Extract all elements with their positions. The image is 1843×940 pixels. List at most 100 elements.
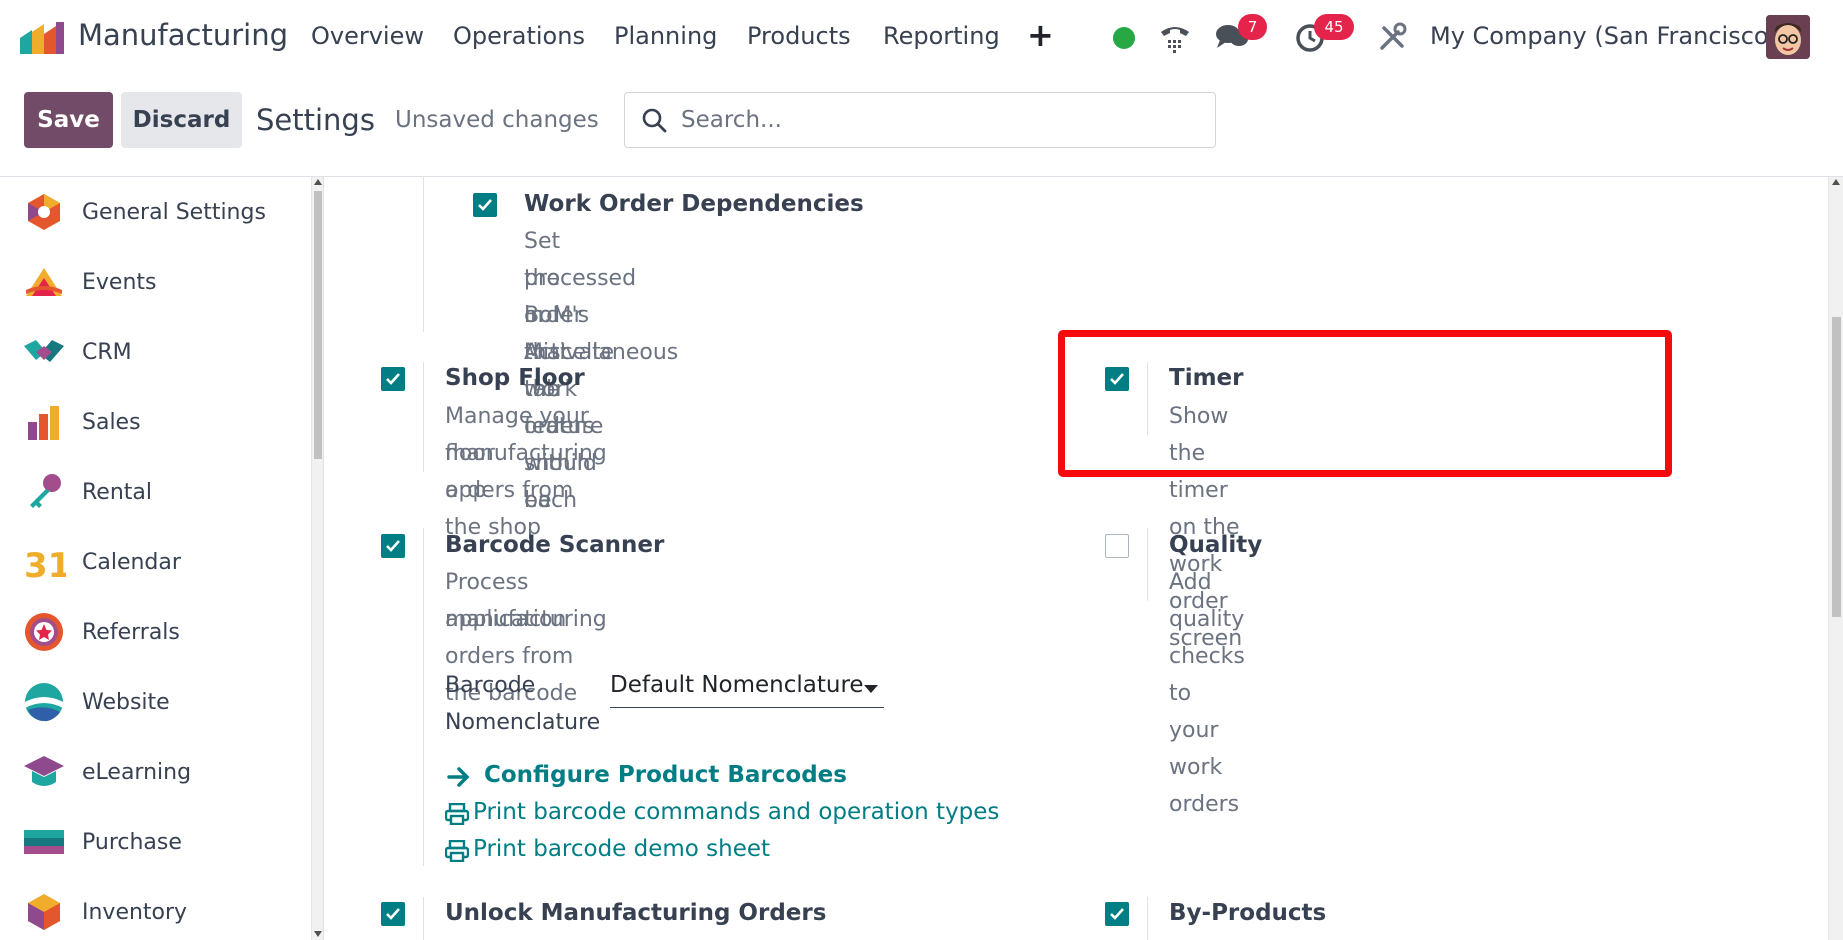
discard-button[interactable]: Discard xyxy=(121,92,242,148)
barcode-nomenclature-label: Barcode xyxy=(445,673,536,698)
sidebar-item-label: Referrals xyxy=(82,619,180,645)
save-button[interactable]: Save xyxy=(24,92,113,148)
setting-description-line: BoM's Miscellaneous tab xyxy=(524,303,679,402)
check-icon xyxy=(386,540,400,552)
setting-title: By-Products xyxy=(1169,900,1327,926)
sidebar-item-label: Inventory xyxy=(82,899,188,925)
printer-icon xyxy=(445,803,469,825)
settings-sidebar: General Settings Events CRM Sales Rental xyxy=(0,177,311,940)
company-switcher[interactable]: My Company (San Francisco) xyxy=(1430,22,1778,50)
print-barcode-demo-sheet-link[interactable]: Print barcode demo sheet xyxy=(473,836,770,862)
caret-down-icon xyxy=(864,685,878,693)
barcode-scanner-checkbox[interactable] xyxy=(381,534,405,558)
rental-icon xyxy=(30,474,61,508)
phone-icon[interactable] xyxy=(1158,20,1192,54)
printer-icon xyxy=(445,840,469,862)
sales-icon xyxy=(28,406,59,440)
barcode-nomenclature-select[interactable]: Default Nomenclature xyxy=(610,668,884,708)
content-scrollbar[interactable] xyxy=(1828,177,1843,940)
chat-count-badge: 7 xyxy=(1238,14,1267,40)
sidebar-item-website[interactable]: Website xyxy=(0,672,308,732)
top-navbar: Manufacturing Overview Operations Planni… xyxy=(0,0,1843,75)
sidebar-scroll-thumb[interactable] xyxy=(314,191,322,459)
setting-divider xyxy=(423,897,424,940)
quality-checkbox[interactable] xyxy=(1105,534,1129,558)
setting-title: Shop Floor xyxy=(445,365,585,391)
sidebar-item-rental[interactable]: Rental xyxy=(0,462,308,522)
events-icon xyxy=(26,268,62,296)
menu-overview[interactable]: Overview xyxy=(311,22,424,50)
arrow-right-icon xyxy=(447,767,470,787)
setting-title: Unlock Manufacturing Orders xyxy=(445,900,827,926)
sidebar-divider xyxy=(323,177,324,940)
sidebar-item-sales[interactable]: Sales xyxy=(0,392,308,452)
menu-reporting[interactable]: Reporting xyxy=(883,22,1000,50)
configure-product-barcodes-link[interactable]: Configure Product Barcodes xyxy=(484,762,847,788)
setting-divider xyxy=(423,528,424,866)
sidebar-item-label: Sales xyxy=(82,409,141,435)
svg-text:31: 31 xyxy=(24,546,66,584)
website-icon xyxy=(25,683,63,722)
menu-operations[interactable]: Operations xyxy=(453,22,585,50)
search-input[interactable] xyxy=(681,105,1201,135)
setting-divider xyxy=(423,177,424,332)
scroll-down-arrow-icon[interactable] xyxy=(314,931,322,937)
purchase-icon xyxy=(24,830,64,854)
shop-floor-checkbox[interactable] xyxy=(381,367,405,391)
sidebar-item-label: Events xyxy=(82,269,157,295)
unlock-manufacturing-orders-checkbox[interactable] xyxy=(381,902,405,926)
sidebar-item-purchase[interactable]: Purchase xyxy=(0,812,308,872)
sidebar-item-label: Calendar xyxy=(82,549,181,575)
content-scroll-thumb[interactable] xyxy=(1832,317,1841,617)
setting-divider xyxy=(1147,528,1148,601)
setting-description-line: application xyxy=(445,607,567,632)
setting-title: Barcode Scanner xyxy=(445,532,665,558)
setting-description-line: floor app xyxy=(445,441,495,503)
manufacturing-app-icon[interactable] xyxy=(18,20,66,56)
setting-divider xyxy=(1147,897,1148,940)
scroll-up-arrow-icon[interactable] xyxy=(1832,179,1840,185)
status-dot-icon[interactable] xyxy=(1113,27,1135,49)
sidebar-item-elearning[interactable]: eLearning xyxy=(0,742,308,802)
check-icon xyxy=(478,199,492,211)
by-products-checkbox[interactable] xyxy=(1105,902,1129,926)
page-title: Settings xyxy=(256,103,375,137)
sidebar-item-label: CRM xyxy=(82,339,132,365)
sidebar-item-general-settings[interactable]: General Settings xyxy=(0,182,308,242)
general-settings-icon xyxy=(28,194,60,230)
sidebar-item-calendar[interactable]: 31 Calendar xyxy=(0,532,308,592)
barcode-nomenclature-label: Nomenclature xyxy=(445,710,601,735)
check-icon xyxy=(386,373,400,385)
crm-icon xyxy=(24,340,64,362)
sidebar-item-crm[interactable]: CRM xyxy=(0,322,308,382)
sidebar-item-label: Rental xyxy=(82,479,152,505)
search-icon xyxy=(642,108,667,133)
plus-icon[interactable]: + xyxy=(1027,16,1054,54)
setting-title: Work Order Dependencies xyxy=(524,191,864,217)
sidebar-item-inventory[interactable]: Inventory xyxy=(0,882,308,940)
print-barcode-commands-link[interactable]: Print barcode commands and operation typ… xyxy=(473,799,999,825)
referrals-icon xyxy=(25,613,63,651)
scroll-up-arrow-icon[interactable] xyxy=(314,179,322,185)
user-avatar[interactable] xyxy=(1766,15,1810,59)
elearning-icon xyxy=(24,756,64,786)
menu-planning[interactable]: Planning xyxy=(614,22,717,50)
unsaved-changes-indicator: Unsaved changes xyxy=(395,107,599,133)
sidebar-item-label: General Settings xyxy=(82,199,266,225)
sidebar-item-referrals[interactable]: Referrals xyxy=(0,602,308,662)
check-icon xyxy=(1110,908,1124,920)
work-order-dependencies-checkbox[interactable] xyxy=(473,193,497,217)
sidebar-scrollbar[interactable] xyxy=(311,177,323,940)
search-box[interactable] xyxy=(624,92,1216,148)
check-icon xyxy=(386,908,400,920)
sidebar-item-events[interactable]: Events xyxy=(0,252,308,312)
sidebar-item-label: Purchase xyxy=(82,829,182,855)
setting-divider xyxy=(423,362,424,472)
calendar-icon: 31 xyxy=(24,546,66,584)
app-name[interactable]: Manufacturing xyxy=(78,18,288,52)
menu-products[interactable]: Products xyxy=(747,22,851,50)
setting-description-line: Add quality checks to your work orders xyxy=(1169,570,1245,817)
inventory-icon xyxy=(28,894,60,930)
tools-icon[interactable] xyxy=(1378,22,1408,52)
sidebar-item-label: Website xyxy=(82,689,170,715)
